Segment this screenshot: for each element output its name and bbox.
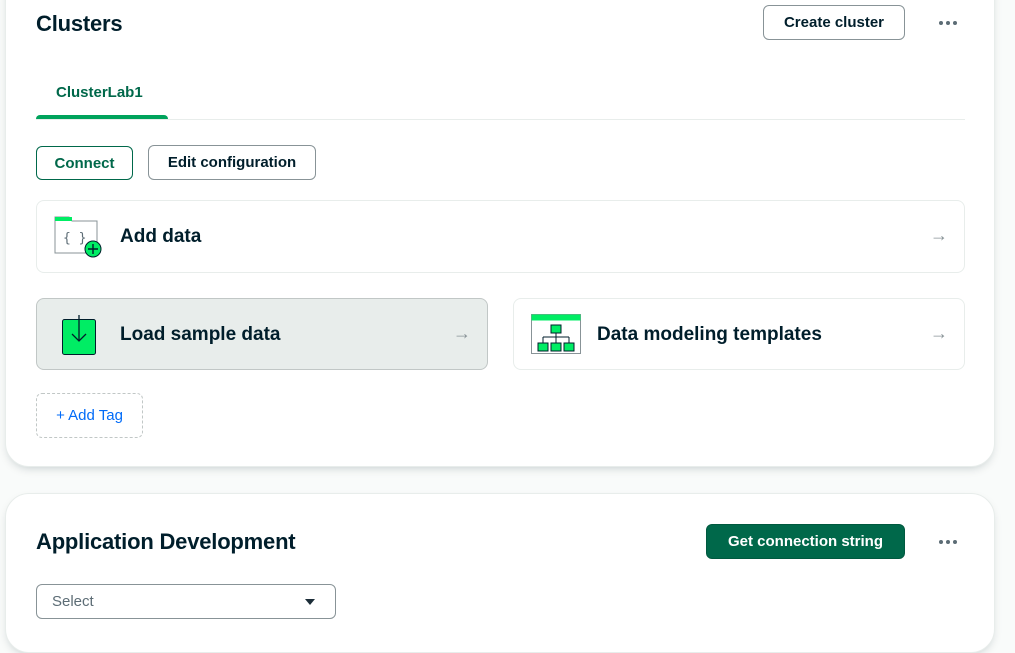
load-sample-data-tile[interactable]: Load sample data → bbox=[36, 298, 488, 370]
clusters-title: Clusters bbox=[36, 11, 123, 36]
add-data-tile[interactable]: { } Add data → bbox=[36, 200, 965, 273]
load-sample-data-arrow-icon: → bbox=[453, 323, 471, 343]
tabs-divider bbox=[36, 119, 965, 120]
add-data-icon: { } bbox=[54, 216, 102, 258]
create-cluster-button[interactable]: Create cluster bbox=[763, 5, 905, 40]
download-icon bbox=[62, 315, 96, 355]
data-modeling-arrow-icon: → bbox=[930, 323, 948, 343]
application-development-card: Application Development Get connection s… bbox=[5, 493, 995, 653]
get-connection-string-button[interactable]: Get connection string bbox=[706, 524, 905, 559]
application-development-title: Application Development bbox=[36, 529, 296, 554]
clusters-card: Clusters Create cluster ClusterLab1 Conn… bbox=[5, 0, 995, 467]
tab-clusterlab1[interactable]: ClusterLab1 bbox=[56, 84, 143, 101]
add-tag-button[interactable]: + Add Tag bbox=[36, 393, 143, 438]
clusters-more-options-icon[interactable] bbox=[936, 11, 960, 35]
app-dev-select[interactable]: Select bbox=[36, 584, 336, 619]
add-data-label: Add data bbox=[120, 226, 202, 247]
select-value: Select bbox=[52, 593, 94, 610]
data-modeling-templates-tile[interactable]: Data modeling templates → bbox=[513, 298, 965, 370]
load-sample-data-label: Load sample data bbox=[120, 324, 281, 345]
app-dev-more-options-icon[interactable] bbox=[936, 530, 960, 554]
edit-configuration-button[interactable]: Edit configuration bbox=[148, 145, 316, 180]
svg-text:{ }: { } bbox=[63, 231, 86, 246]
caret-down-icon bbox=[305, 599, 315, 605]
data-modeling-templates-label: Data modeling templates bbox=[597, 324, 822, 345]
hierarchy-icon bbox=[531, 314, 581, 354]
connect-button[interactable]: Connect bbox=[36, 146, 133, 180]
add-data-arrow-icon: → bbox=[930, 225, 948, 245]
